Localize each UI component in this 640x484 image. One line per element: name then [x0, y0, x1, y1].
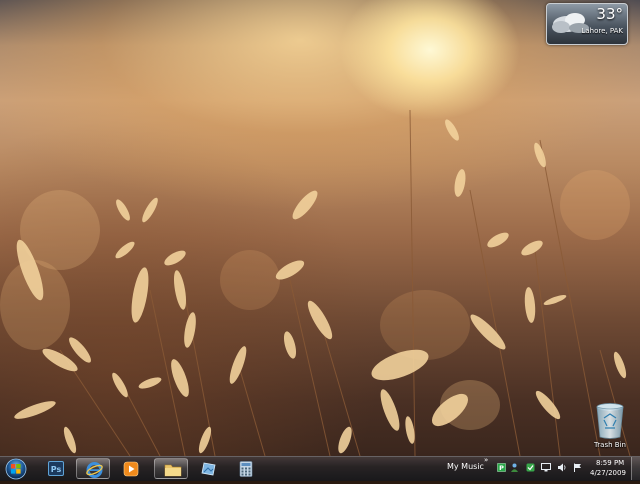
taskbar-photo-viewer[interactable]	[192, 458, 226, 479]
trash-bin-shortcut[interactable]: Trash Bin	[586, 400, 634, 452]
people-tray-icon[interactable]	[510, 463, 519, 473]
update-tray-icon[interactable]	[526, 463, 535, 472]
trash-bin-label: Trash Bin	[594, 441, 626, 449]
taskbar-calculator[interactable]	[230, 458, 264, 479]
grass-stalks	[14, 109, 631, 456]
svg-text:P: P	[499, 464, 504, 472]
taskbar-photoshop[interactable]: Ps	[39, 458, 73, 479]
taskbar-media-player[interactable]	[114, 458, 148, 479]
photo-viewer-icon	[201, 462, 216, 476]
show-desktop-button[interactable]	[631, 457, 640, 480]
recycle-bin-icon	[596, 403, 624, 439]
network-tray-icon[interactable]: P	[497, 463, 506, 472]
display-tray-icon[interactable]	[541, 463, 551, 472]
weather-gadget[interactable]: 33° Lahore, PAK	[546, 3, 628, 45]
windows-start-orb-icon	[5, 458, 27, 480]
my-music-toolbar[interactable]: My Music	[447, 462, 484, 471]
action-center-flag-icon[interactable]	[573, 463, 582, 472]
weather-location: Lahore, PAK	[581, 27, 623, 35]
weather-temperature: 33°	[596, 5, 623, 23]
toolbar-chevron-icon[interactable]: »	[484, 456, 488, 464]
clock-time[interactable]: 8:59 PM	[596, 459, 624, 467]
start-button[interactable]	[3, 458, 29, 480]
taskbar-windows-explorer[interactable]	[154, 458, 188, 479]
taskbar-internet-explorer[interactable]	[76, 458, 110, 479]
calculator-icon	[239, 461, 253, 477]
photoshop-icon: Ps	[48, 461, 64, 476]
internet-explorer-icon	[86, 462, 103, 478]
volume-icon[interactable]	[557, 463, 567, 472]
media-player-icon	[123, 461, 139, 477]
folder-icon	[164, 464, 182, 477]
desktop-wallpaper	[0, 0, 640, 456]
svg-text:Ps: Ps	[51, 465, 62, 474]
clock-date[interactable]: 4/27/2009	[590, 469, 626, 477]
